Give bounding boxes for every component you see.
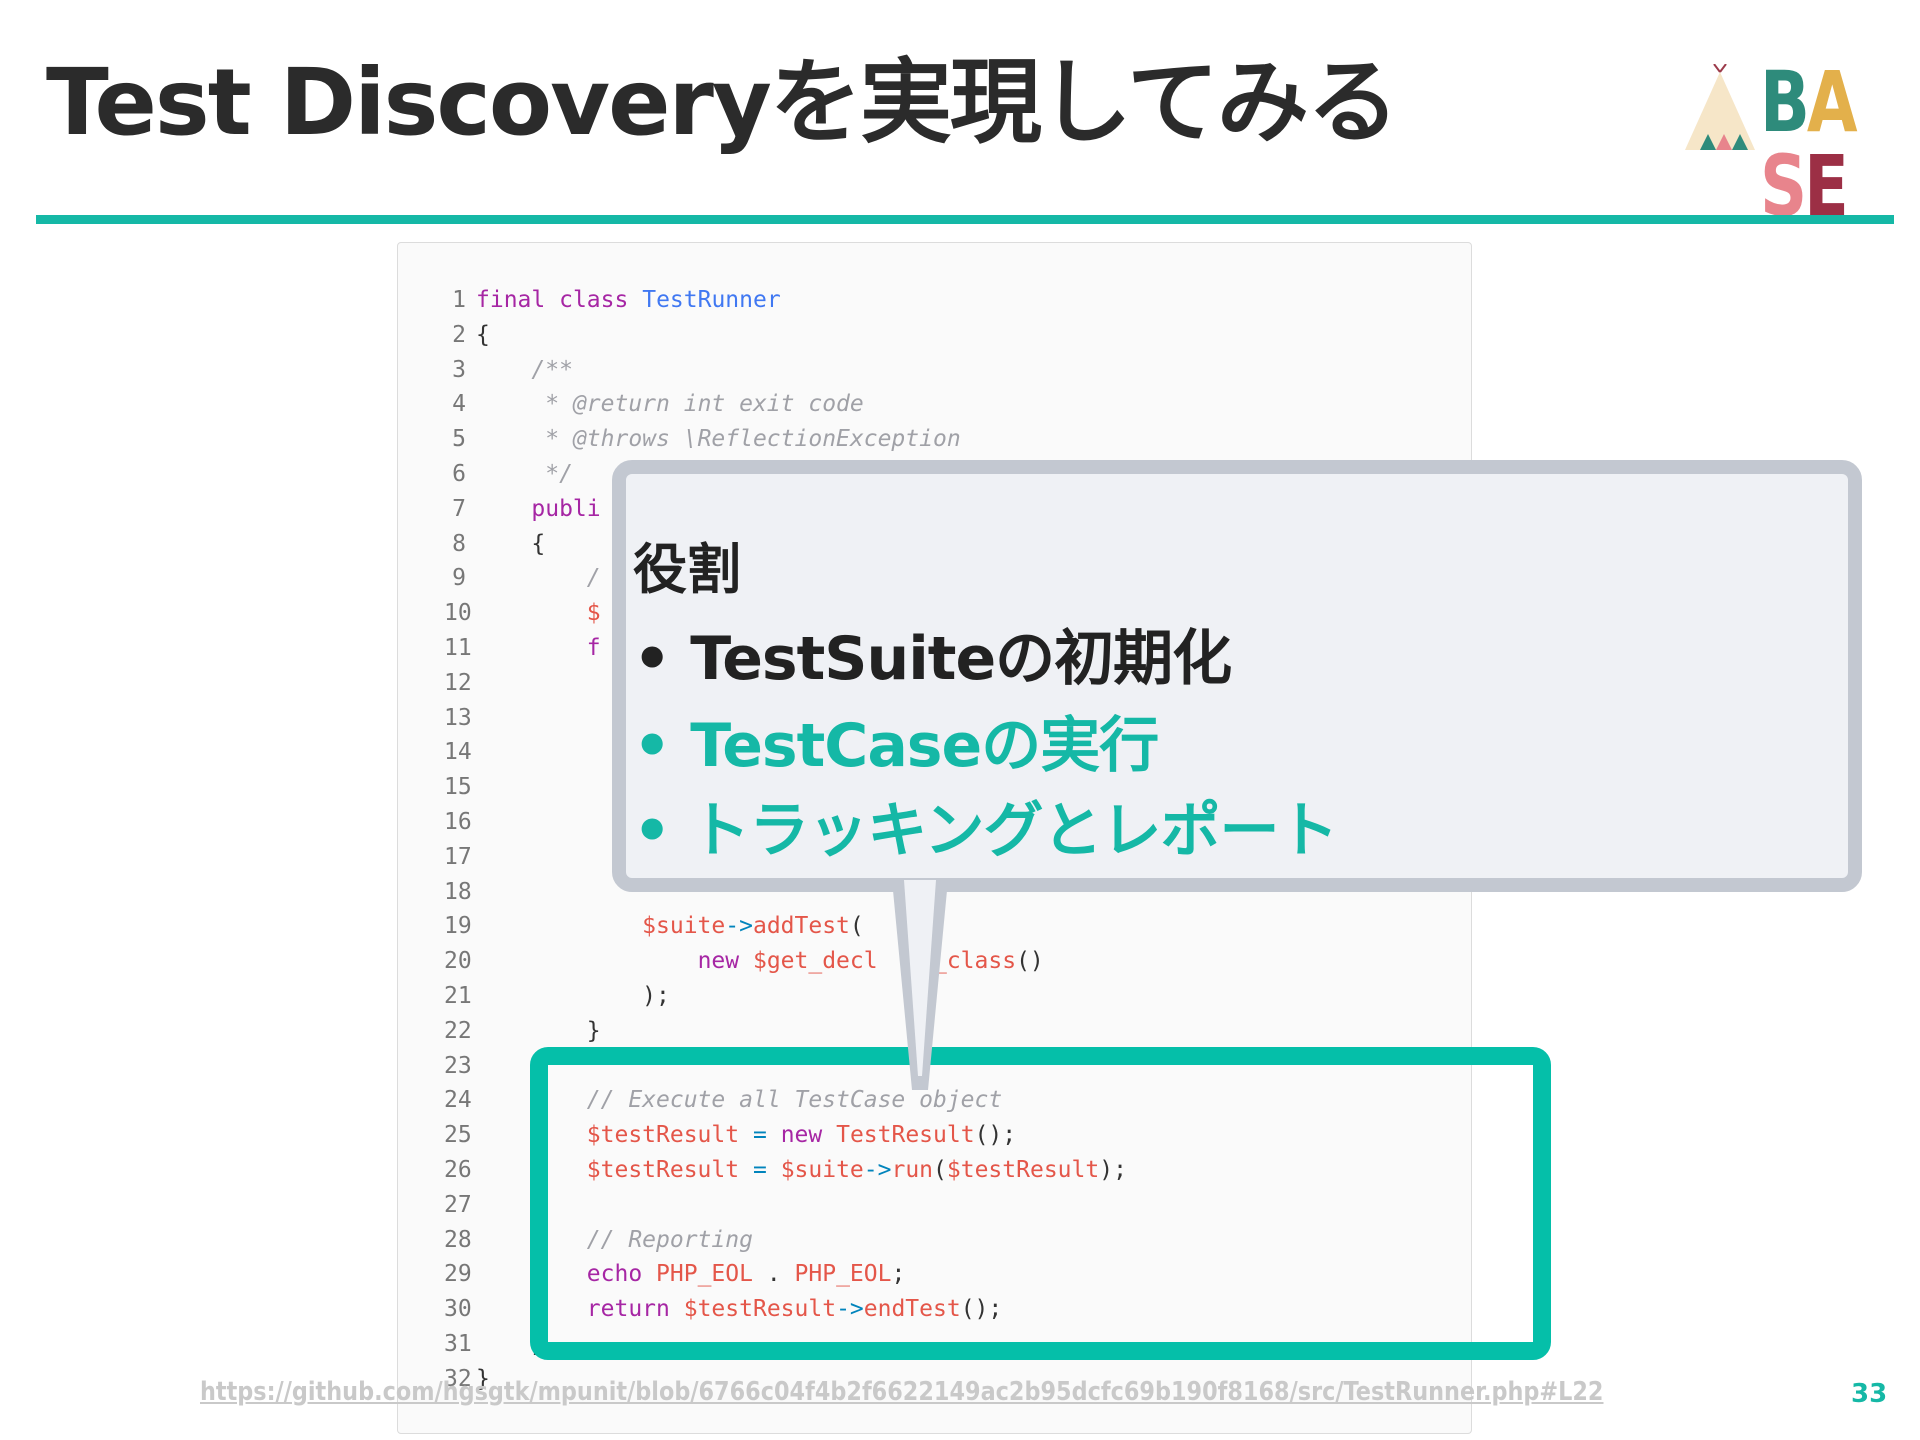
line-number: 23 — [444, 1052, 472, 1079]
callout-item-execute: • TestCaseの実行 — [633, 711, 1159, 781]
code-line: 1 final class TestRunner — [444, 283, 1127, 318]
code-token: / — [586, 565, 601, 592]
line-number: 11 — [444, 634, 472, 661]
line-number: 19 — [444, 913, 472, 940]
code-highlight-box — [530, 1047, 1551, 1360]
line-number: 18 — [444, 878, 472, 905]
callout-item-init: • TestSuiteの初期化 — [633, 624, 1232, 694]
code-line: 19 $suite->addTest( — [444, 909, 1127, 944]
line-number: 2 — [452, 321, 466, 348]
code-token: $suite — [642, 913, 726, 940]
code-token: * @return int exit code — [545, 391, 864, 418]
callout-pointer-icon — [892, 880, 948, 1090]
line-number: 25 — [444, 1122, 472, 1149]
code-token: { — [476, 321, 490, 348]
code-line: 5 * @throws \ReflectionException — [444, 422, 1127, 457]
code-line: 21 ); — [444, 979, 1127, 1014]
base-logo: BASE — [1680, 60, 1885, 228]
line-number: 7 — [452, 495, 466, 522]
code-token: ); — [642, 982, 670, 1009]
code-line: 3 /** — [444, 353, 1127, 388]
line-number: 24 — [444, 1087, 472, 1114]
logo-letter: A — [1806, 53, 1858, 151]
code-token: $ — [586, 600, 601, 627]
line-number: 21 — [444, 982, 472, 1009]
line-number: 6 — [452, 460, 466, 487]
line-number: 4 — [452, 391, 466, 418]
title-divider — [36, 215, 1894, 224]
logo-wordmark: BASE — [1760, 60, 1858, 228]
line-number: 22 — [444, 1017, 472, 1044]
line-number: 10 — [444, 600, 472, 627]
code-token: addTest — [752, 913, 850, 940]
callout-heading: 役割 — [633, 538, 741, 601]
line-number: 8 — [452, 530, 466, 557]
line-number: 3 — [452, 356, 466, 383]
slide-title: Test Discoveryを実現してみる — [46, 49, 1399, 156]
line-number: 31 — [444, 1330, 472, 1357]
callout-item-tracking: • トラッキングとレポート — [633, 796, 1338, 866]
line-number: 9 — [452, 565, 466, 592]
line-number: 16 — [444, 808, 472, 835]
code-token: final — [476, 287, 546, 313]
code-token: class — [559, 287, 629, 313]
line-number: 28 — [444, 1226, 472, 1253]
code-line: 20 new $get_decl ed_class() — [444, 944, 1127, 979]
line-number: 20 — [444, 948, 472, 975]
logo-letter: B — [1760, 53, 1810, 151]
line-number: 5 — [452, 426, 466, 453]
code-token: -> — [725, 913, 753, 940]
line-number: 1 — [452, 287, 466, 313]
code-token: publi — [531, 495, 601, 522]
teepee-logo-icon — [1685, 63, 1755, 150]
code-token: $get_decl — [752, 948, 878, 975]
code-line: 4 * @return int exit code — [444, 387, 1127, 422]
code-token: /** — [531, 356, 573, 383]
code-token: * @throws \ReflectionException — [545, 426, 961, 453]
code-token: ( — [849, 913, 864, 940]
code-token: () — [1016, 948, 1044, 975]
line-number: 15 — [444, 774, 472, 801]
code-token: } — [586, 1017, 601, 1044]
line-number: 17 — [444, 843, 472, 870]
line-number: 12 — [444, 669, 472, 696]
line-number: 26 — [444, 1156, 472, 1183]
code-token: */ — [545, 460, 573, 487]
line-number: 14 — [444, 739, 472, 766]
code-token: { — [531, 530, 546, 557]
line-number: 27 — [444, 1191, 472, 1218]
line-number: 13 — [444, 704, 472, 731]
code-line: 22 } — [444, 1014, 1127, 1049]
code-line: 2{ — [444, 318, 1127, 353]
line-number: 30 — [444, 1296, 472, 1323]
line-number: 29 — [444, 1261, 472, 1288]
page-number: 33 — [1851, 1379, 1888, 1409]
code-token: new — [697, 948, 740, 975]
code-token: f — [586, 634, 601, 661]
code-token: TestRunner — [642, 287, 781, 313]
source-link[interactable]: https://github.com/hgsgtk/mpunit/blob/67… — [200, 1377, 1603, 1407]
